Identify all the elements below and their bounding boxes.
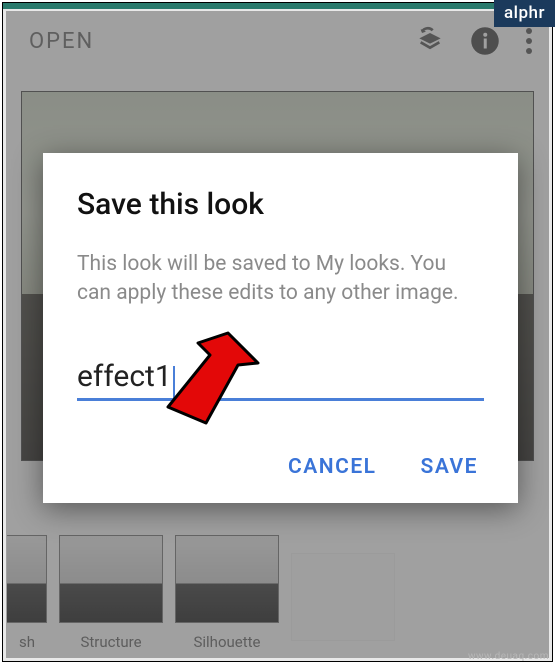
watermark: www.deuaq.com: [468, 651, 549, 662]
input-text: effect1: [77, 359, 172, 394]
cancel-button[interactable]: CANCEL: [288, 455, 377, 479]
app-frame: OPEN: [2, 2, 553, 662]
dialog-actions: CANCEL SAVE: [77, 455, 484, 479]
source-badge: alphr: [494, 0, 555, 27]
save-look-dialog: Save this look This look will be saved t…: [43, 153, 518, 503]
dialog-title: Save this look: [77, 187, 484, 222]
dialog-body: This look will be saved to My looks. You…: [77, 250, 484, 309]
save-button[interactable]: SAVE: [421, 455, 478, 479]
text-cursor: [173, 366, 175, 398]
look-name-input[interactable]: effect1: [77, 359, 484, 401]
